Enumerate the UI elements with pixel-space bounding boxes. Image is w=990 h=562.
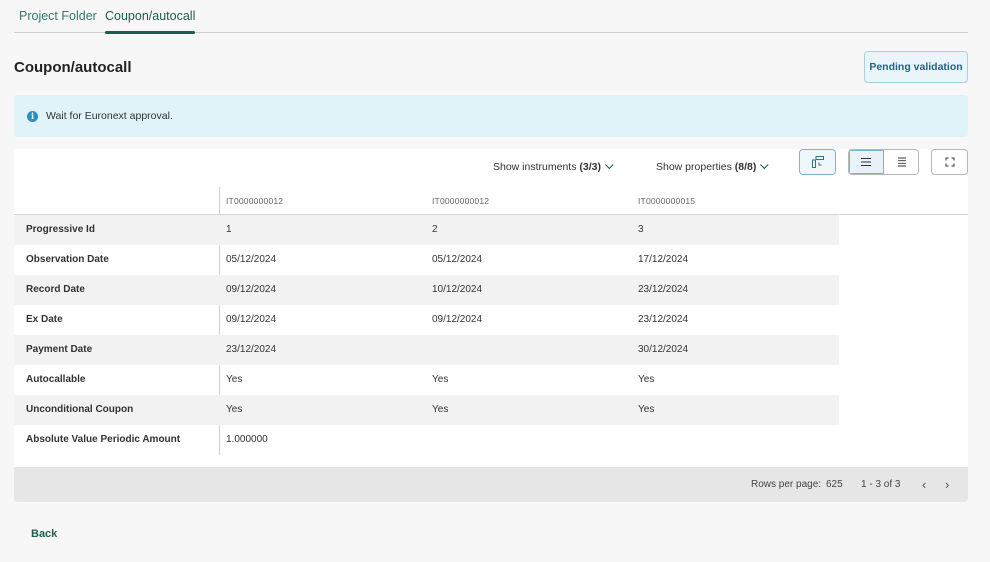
chevron-down-icon [605,160,614,170]
table-cell: Yes [432,374,449,385]
table-row: Record Date 09/12/2024 10/12/2024 23/12/… [14,275,968,305]
row-label: Autocallable [26,374,86,385]
pagination-range: 1 - 3 of 3 [861,479,901,490]
info-banner: i Wait for Euronext approval. [14,95,968,137]
table-cell: 17/12/2024 [638,254,689,265]
table-cell: 1 [226,224,232,235]
table-row: Payment Date 23/12/2024 30/12/2024 [14,335,968,365]
table-cell: 10/12/2024 [432,284,483,295]
column-header-instrument: IT0000000015 [638,196,696,206]
transpose-layout-button[interactable] [799,149,836,175]
density-compact-button[interactable] [884,150,918,174]
column-header-instrument: IT0000000012 [226,196,284,206]
table-cell: 2 [432,224,438,235]
show-properties-count: (8/8) [734,161,757,173]
table-cell: 30/12/2024 [638,344,689,355]
banner-text: Wait for Euronext approval. [46,110,173,122]
table-cell: 09/12/2024 [432,314,483,325]
column-header-instrument: IT0000000012 [432,196,490,206]
table-cell: Yes [638,374,655,385]
table-cell: 23/12/2024 [638,284,689,295]
table-body: Progressive Id 1 2 3 Observation Date 05… [14,215,968,455]
table-cell: 05/12/2024 [226,254,277,265]
table-row: Unconditional Coupon Yes Yes Yes [14,395,968,425]
table-row: Autocallable Yes Yes Yes [14,365,968,395]
list-compact-icon [897,157,906,167]
table-cell: Yes [638,404,655,415]
show-instruments-dropdown[interactable]: Show instruments (3/3) [493,157,614,177]
table-cell: Yes [226,374,243,385]
show-instruments-count: (3/3) [579,161,601,173]
table-cell: 3 [638,224,644,235]
row-label: Record Date [26,284,85,295]
table-cell: 1.000000 [226,434,268,445]
table-cell: 09/12/2024 [226,314,277,325]
row-label: Progressive Id [26,224,95,235]
table-row: Progressive Id 1 2 3 [14,215,968,245]
table-row: Observation Date 05/12/2024 05/12/2024 1… [14,245,968,275]
table-row: Ex Date 09/12/2024 09/12/2024 23/12/2024 [14,305,968,335]
info-icon: i [27,110,38,122]
table-cell: 09/12/2024 [226,284,277,295]
page-title: Coupon/autocall [14,59,132,76]
pagination-bar: Rows per page: 625 1 - 3 of 3 ‹ › [14,467,968,502]
row-label: Unconditional Coupon [26,404,134,415]
show-properties-label: Show properties [656,161,735,173]
next-page-button[interactable]: › [945,467,949,502]
row-label: Ex Date [26,314,63,325]
table-cell: 23/12/2024 [226,344,277,355]
transpose-icon [811,156,824,168]
show-instruments-label: Show instruments [493,161,580,173]
fullscreen-icon [945,157,954,167]
table-row: Absolute Value Periodic Amount 1.000000 [14,425,968,455]
density-toggle-group [848,149,919,175]
list-comfortable-icon [861,158,871,166]
previous-page-button[interactable]: ‹ [922,467,926,502]
tab-bar: Project Folder Coupon/autocall [14,0,968,34]
table-cell: 23/12/2024 [638,314,689,325]
table-cell: Yes [226,404,243,415]
table-cell: 05/12/2024 [432,254,483,265]
tab-coupon-autocall[interactable]: Coupon/autocall [105,0,196,34]
pending-validation-button[interactable]: Pending validation [864,51,968,83]
coupon-table-panel: Show instruments (3/3) Show properties (… [14,149,968,467]
back-link[interactable]: Back [31,528,57,540]
row-label: Absolute Value Periodic Amount [26,434,181,445]
fullscreen-button[interactable] [931,149,968,175]
rows-per-page-select[interactable]: 625 [826,467,843,502]
show-properties-dropdown[interactable]: Show properties (8/8) [656,157,769,177]
row-label: Observation Date [26,254,109,265]
table-cell: Yes [432,404,449,415]
rows-per-page-label: Rows per page: [751,479,822,490]
tab-project-folder[interactable]: Project Folder [19,0,97,33]
density-comfortable-button[interactable] [849,150,884,174]
row-label: Payment Date [26,344,93,355]
chevron-down-icon [760,160,769,170]
